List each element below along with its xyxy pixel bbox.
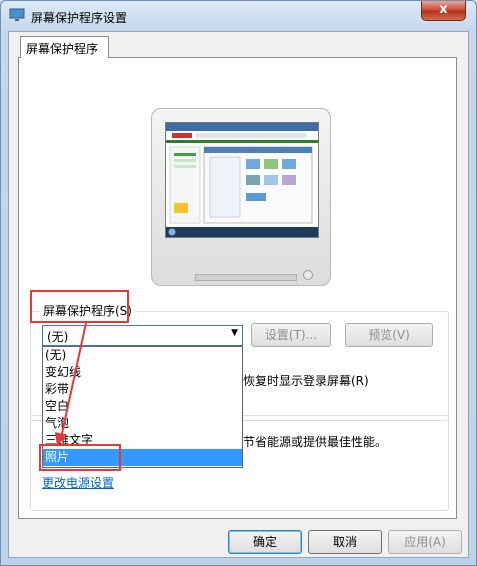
resume-checkbox-label[interactable]: 恢复时显示登录屏幕(R) (243, 372, 369, 389)
monitor-base (151, 248, 331, 286)
list-item[interactable]: 变幻线 (43, 364, 242, 381)
chevron-down-icon: ▼ (231, 328, 238, 338)
list-item[interactable]: 彩带 (43, 381, 242, 398)
desktop-thumbnail (166, 123, 318, 237)
cancel-button[interactable]: 取消 (308, 530, 382, 554)
tab-screensaver[interactable]: 屏幕保护程序 (20, 36, 109, 58)
screensaver-select-value: (无) (47, 330, 69, 344)
monitor-preview (151, 108, 331, 286)
power-led-icon (303, 270, 313, 280)
title-bar[interactable]: 屏幕保护程序设置 x (1, 1, 476, 31)
screensaver-select[interactable]: (无) ▼ (42, 325, 243, 346)
display-settings-icon (9, 7, 25, 23)
list-item[interactable]: (无) (43, 347, 242, 364)
window-title: 屏幕保护程序设置 (31, 11, 128, 25)
ok-button[interactable]: 确定 (228, 530, 302, 554)
window-frame: 屏幕保护程序设置 x 屏幕保护程序 屏幕保护程序(S) (无) ▼ 设置(T).… (0, 0, 477, 566)
list-item[interactable]: 空白 (43, 398, 242, 415)
power-description: 节省能源或提供最佳性能。 (243, 435, 388, 449)
apply-button[interactable]: 应用(A) (388, 530, 462, 554)
close-button[interactable]: x (421, 1, 466, 21)
preview-screen (165, 122, 319, 238)
monitor-vent (195, 274, 297, 281)
list-item[interactable]: 气泡 (43, 415, 242, 432)
annotation-box-photo-option (39, 444, 121, 471)
preview-button[interactable]: 预览(V) (345, 323, 433, 347)
settings-button[interactable]: 设置(T)... (251, 323, 331, 347)
change-power-settings-link[interactable]: 更改电源设置 (42, 474, 114, 491)
annotation-box-group-title (30, 290, 129, 323)
